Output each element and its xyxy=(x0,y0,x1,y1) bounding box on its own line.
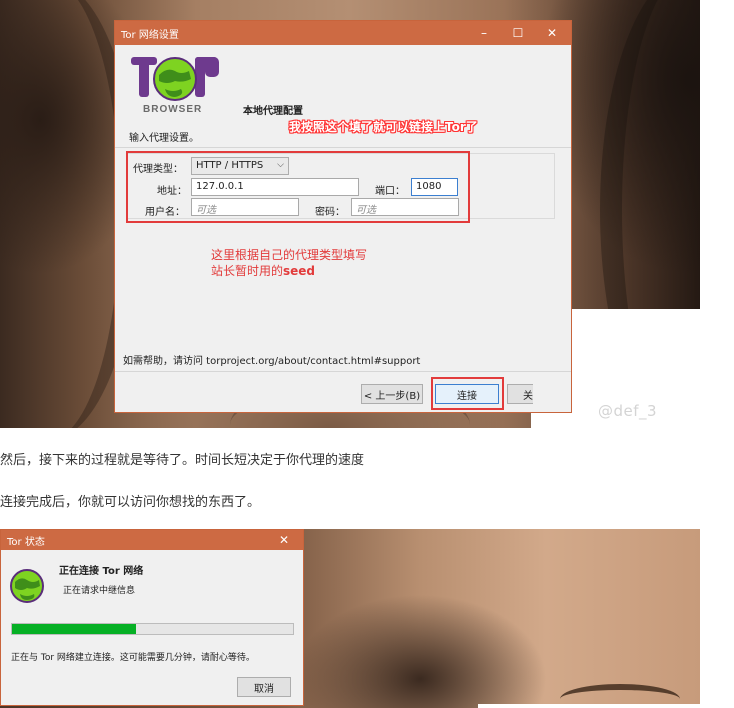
cancel-button[interactable]: 取消 xyxy=(237,677,291,697)
connection-progress-bar xyxy=(11,623,294,635)
annotation-top: 我按照这个填了就可以链接上Tor了 xyxy=(289,120,478,134)
tor-globe-icon xyxy=(10,569,44,603)
status-title: 正在连接 Tor 网络 xyxy=(59,566,144,577)
subtitle: 输入代理设置。 xyxy=(129,133,199,144)
footer-divider xyxy=(115,371,571,372)
back-button[interactable]: < 上一步(B) xyxy=(361,384,423,404)
divider xyxy=(115,147,571,148)
window-title: Tor 网络设置 xyxy=(121,29,179,41)
article-paragraph-2: 连接完成后，你就可以访问你想找的东西了。 xyxy=(0,495,261,510)
annotation-note: 这里根据自己的代理类型填写 站长暂时用的seed xyxy=(211,247,367,279)
annotation-line-2: 站长暂时用的seed xyxy=(211,263,367,279)
status-message: 正在与 Tor 网络建立连接。这可能需要几分钟，请耐心等待。 xyxy=(11,653,255,663)
tor-network-settings-dialog: Tor 网络设置 – ☐ ✕ BROWSER 本地代理配置 我按照这个填了就可以… xyxy=(114,20,572,413)
status-close-button[interactable]: ✕ xyxy=(267,530,301,550)
header-title: 本地代理配置 xyxy=(243,106,303,117)
watermark: @def_3 xyxy=(598,402,658,420)
status-subtitle: 正在请求中继信息 xyxy=(63,586,136,596)
close-dialog-button[interactable]: 关 xyxy=(507,384,533,404)
connect-highlight-box xyxy=(431,377,504,410)
titlebar[interactable]: Tor 网络设置 – ☐ ✕ xyxy=(115,21,571,45)
status-window-title: Tor 状态 xyxy=(7,536,45,548)
help-text: 如需帮助，请访问 torproject.org/about/contact.ht… xyxy=(123,356,421,367)
annotation-line-2-prefix: 站长暂时用的 xyxy=(211,264,284,278)
close-button[interactable]: ✕ xyxy=(535,21,569,45)
status-titlebar[interactable]: Tor 状态 ✕ xyxy=(1,530,303,550)
annotation-highlight-box xyxy=(126,151,470,223)
annotation-line-1: 这里根据自己的代理类型填写 xyxy=(211,248,368,262)
logo-text: BROWSER xyxy=(143,104,203,115)
image-white-area-2 xyxy=(478,704,700,708)
annotation-line-2-bold: seed xyxy=(283,264,316,278)
progress-fill xyxy=(12,624,136,634)
article-paragraph-1: 然后，接下来的过程就是等待了。时间长短决定于你代理的速度 xyxy=(0,453,365,468)
tor-status-dialog: Tor 状态 ✕ 正在连接 Tor 网络 正在请求中继信息 正在与 Tor 网络… xyxy=(0,529,304,706)
maximize-button[interactable]: ☐ xyxy=(501,21,535,45)
minimize-button[interactable]: – xyxy=(467,21,501,45)
